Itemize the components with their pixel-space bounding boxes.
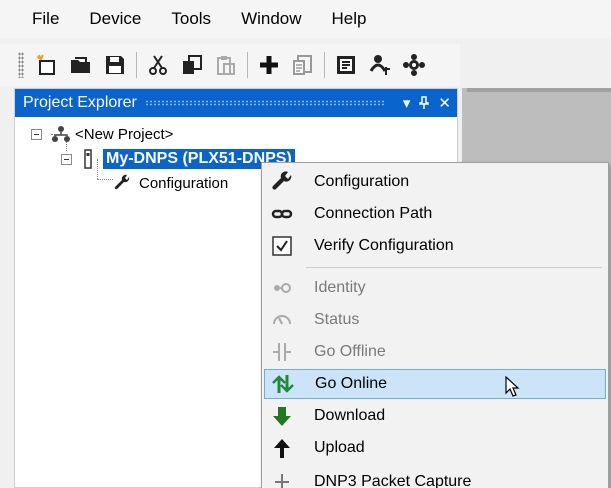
add-icon xyxy=(260,56,278,74)
toolbar-separator xyxy=(324,52,325,78)
copy-icon xyxy=(183,55,202,74)
new-project-button[interactable] xyxy=(32,50,62,80)
menu-bar: File Device Tools Window Help xyxy=(0,0,611,38)
paste-icon xyxy=(217,56,235,75)
menu-item-go-offline[interactable]: Go Offline xyxy=(264,337,606,367)
project-explorer-title: Project Explorer xyxy=(23,94,137,111)
properties-button[interactable] xyxy=(288,50,318,80)
cut-icon xyxy=(149,55,167,75)
menu-item-configuration[interactable]: Configuration xyxy=(264,167,606,197)
panel-close-icon[interactable]: ✕ xyxy=(438,94,451,112)
wrench-icon xyxy=(114,174,130,190)
menu-tools[interactable]: Tools xyxy=(167,5,215,33)
menu-item-identity[interactable]: Identity xyxy=(264,273,606,303)
settings-gear-icon xyxy=(403,54,425,76)
menu-device[interactable]: Device xyxy=(85,5,145,33)
wrench-icon xyxy=(272,171,292,190)
copy-button[interactable] xyxy=(177,50,207,80)
tree-item-device[interactable]: My-DNPS (PLX51-DNPS) xyxy=(61,149,295,169)
menu-window[interactable]: Window xyxy=(237,5,305,33)
tree-label-project: <New Project> xyxy=(75,125,174,143)
tree-label-configuration: Configuration xyxy=(139,174,229,192)
toolbar xyxy=(0,44,460,86)
go-online-icon xyxy=(272,375,294,393)
menu-help[interactable]: Help xyxy=(328,5,371,33)
menu-item-dnp3-packet-capture[interactable]: DNP3 Packet Capture xyxy=(264,467,606,488)
collapse-toggle[interactable] xyxy=(31,128,42,140)
menu-item-status[interactable]: Status xyxy=(264,305,606,335)
toolbar-grip[interactable] xyxy=(18,52,24,78)
menu-item-connection-path[interactable]: Connection Path xyxy=(264,199,606,229)
header-grip[interactable] xyxy=(144,100,386,106)
device-module-icon xyxy=(84,149,92,169)
capture-icon xyxy=(275,474,289,488)
open-button[interactable] xyxy=(66,50,96,80)
checkbox-icon xyxy=(272,236,292,256)
paste-button[interactable] xyxy=(211,50,241,80)
menu-item-verify-configuration[interactable]: Verify Configuration xyxy=(264,231,606,261)
menu-item-go-online[interactable]: Go Online xyxy=(264,369,606,399)
mouse-cursor-icon xyxy=(505,376,520,397)
menu-item-upload[interactable]: Upload xyxy=(264,433,606,463)
menu-file[interactable]: File xyxy=(28,5,63,33)
upload-arrow-icon xyxy=(274,439,290,458)
project-network-icon xyxy=(52,126,70,142)
toolbar-separator xyxy=(247,52,248,78)
menu-separator xyxy=(306,267,602,268)
download-arrow-icon xyxy=(273,407,291,426)
open-folder-icon xyxy=(71,57,90,73)
user-network-button[interactable] xyxy=(365,50,395,80)
status-icon xyxy=(273,315,291,325)
tree-item-configuration[interactable]: Configuration xyxy=(113,174,228,192)
new-project-icon xyxy=(36,54,55,75)
verify-icon xyxy=(337,56,355,74)
context-menu: Configuration Connection Path Verify Con… xyxy=(261,162,609,488)
properties-icon xyxy=(293,55,312,75)
go-offline-icon xyxy=(273,343,291,361)
settings-button[interactable] xyxy=(399,50,429,80)
collapse-toggle[interactable] xyxy=(61,153,72,165)
link-icon xyxy=(271,209,293,219)
add-button[interactable] xyxy=(254,50,284,80)
project-explorer-header: Project Explorer ▾ ✕ xyxy=(15,89,457,117)
user-network-icon xyxy=(369,55,390,75)
toolbar-separator xyxy=(136,52,137,78)
identity-icon xyxy=(274,283,291,293)
tree-item-project[interactable]: <New Project> xyxy=(31,125,173,143)
verify-button[interactable] xyxy=(331,50,361,80)
save-icon xyxy=(106,56,124,74)
panel-dropdown-icon[interactable]: ▾ xyxy=(403,94,411,112)
panel-pin-icon[interactable] xyxy=(419,96,430,110)
menu-item-download[interactable]: Download xyxy=(264,401,606,431)
cut-button[interactable] xyxy=(143,50,173,80)
save-button[interactable] xyxy=(100,50,130,80)
